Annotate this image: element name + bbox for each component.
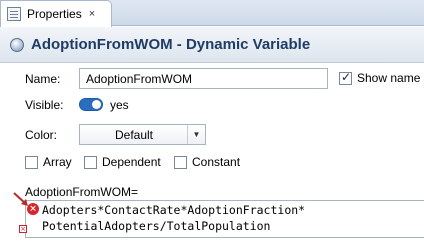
name-label: Name: bbox=[25, 72, 61, 86]
show-name-checkbox-row[interactable]: Show name bbox=[339, 70, 421, 85]
visible-label: Visible: bbox=[25, 98, 64, 112]
show-name-label: Show name bbox=[357, 71, 421, 85]
array-checkbox[interactable] bbox=[25, 155, 38, 169]
array-label: Array bbox=[43, 155, 72, 169]
formula-line-1: Adopters*ContactRate*AdoptionFraction* bbox=[42, 203, 306, 217]
color-label: Color: bbox=[25, 128, 58, 142]
tab-title: Properties bbox=[27, 7, 82, 21]
dependent-label: Dependent bbox=[102, 155, 161, 169]
color-select[interactable]: Default ▼ bbox=[79, 124, 206, 145]
array-checkbox-row[interactable]: Array bbox=[25, 155, 72, 169]
visible-toggle[interactable] bbox=[79, 98, 103, 111]
constant-checkbox[interactable] bbox=[174, 155, 187, 169]
chevron-down-icon[interactable]: ▼ bbox=[187, 125, 205, 144]
dependent-checkbox[interactable] bbox=[84, 155, 97, 169]
visible-value: yes bbox=[110, 98, 129, 112]
show-name-checkbox[interactable] bbox=[339, 70, 352, 85]
close-icon[interactable]: × bbox=[89, 8, 95, 20]
constant-checkbox-row[interactable]: Constant bbox=[174, 155, 240, 169]
properties-icon bbox=[7, 7, 21, 21]
error-marker-icon[interactable]: × bbox=[19, 225, 27, 233]
tab-properties[interactable]: Properties × bbox=[0, 0, 112, 27]
constant-label: Constant bbox=[192, 155, 241, 169]
properties-header: AdoptionFromWOM - Dynamic Variable bbox=[0, 27, 424, 63]
color-select-value: Default bbox=[114, 128, 154, 142]
name-input[interactable]: AdoptionFromWOM bbox=[79, 68, 328, 89]
formula-label: AdoptionFromWOM= bbox=[25, 185, 139, 199]
formula-line-2: PotentialAdopters/TotalPopulation bbox=[42, 219, 271, 233]
tab-bar: Properties × bbox=[0, 0, 424, 27]
variable-icon bbox=[10, 37, 24, 52]
arrow-pointer-icon bbox=[13, 192, 28, 206]
dependent-checkbox-row[interactable]: Dependent bbox=[84, 155, 161, 169]
page-title: AdoptionFromWOM - Dynamic Variable bbox=[31, 36, 311, 53]
